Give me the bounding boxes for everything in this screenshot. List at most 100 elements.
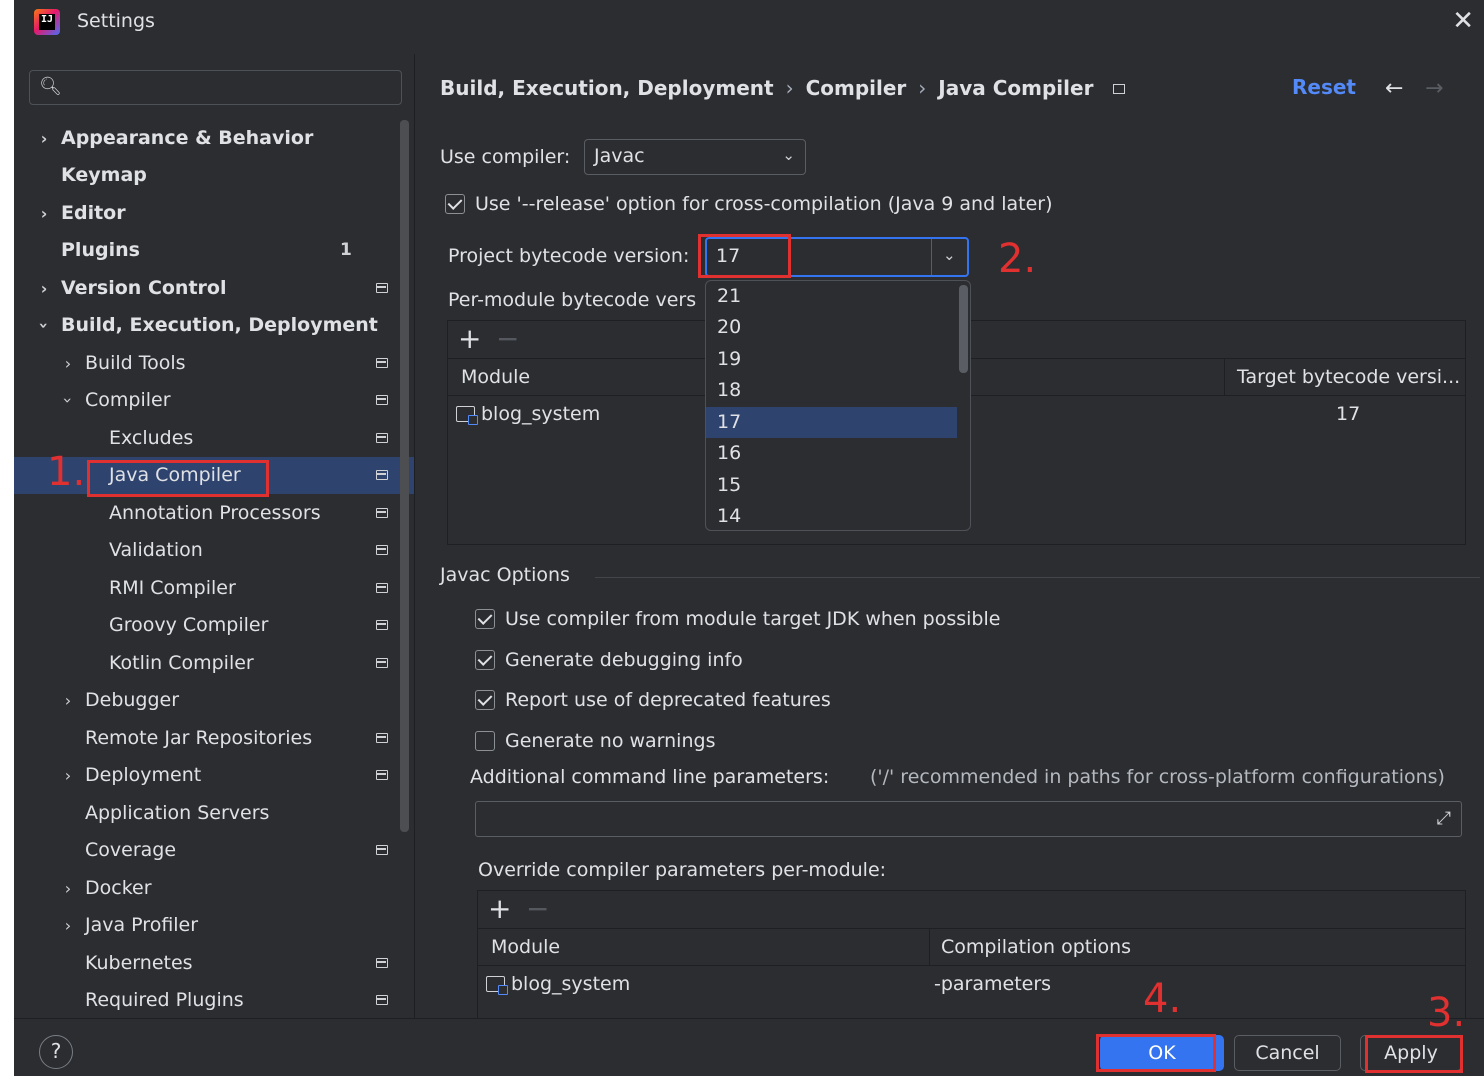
dropdown-scrollbar[interactable] — [959, 285, 968, 373]
dropdown-option[interactable]: 15 — [706, 470, 957, 501]
reset-link[interactable]: Reset — [1292, 75, 1356, 99]
search-icon: 🔍︎ — [39, 76, 62, 97]
sidebar-item-annotation-processors[interactable]: Annotation Processors — [14, 495, 414, 532]
sidebar-item-coverage[interactable]: Coverage — [14, 832, 414, 869]
column-header-target[interactable]: Target bytecode versi... — [1237, 366, 1460, 388]
column-divider[interactable] — [929, 929, 930, 966]
sidebar-scrollbar[interactable] — [400, 120, 409, 832]
table-row[interactable]: blog_system — [456, 403, 600, 425]
compilation-options-cell[interactable]: -parameters — [934, 973, 1051, 995]
settings-window: IJ Settings ✕ 🔍︎ › Appearance & Behavior… — [14, 0, 1484, 1076]
dropdown-option[interactable]: 16 — [706, 438, 957, 469]
per-module-bytecode-label: Per-module bytecode vers — [448, 289, 697, 311]
column-divider[interactable] — [1224, 359, 1225, 396]
use-target-jdk-checkbox[interactable] — [475, 609, 495, 629]
sidebar-item-kotlin-compiler[interactable]: Kotlin Compiler — [14, 645, 414, 682]
sidebar-item-java-profiler[interactable]: › Java Profiler — [14, 907, 414, 944]
breadcrumb-separator: › — [785, 76, 794, 100]
sidebar-item-label: Debugger — [85, 689, 180, 711]
close-icon[interactable]: ✕ — [1452, 8, 1474, 34]
add-icon[interactable]: + — [488, 892, 511, 926]
sidebar-item-plugins[interactable]: Plugins 1 — [14, 232, 414, 269]
column-header-module[interactable]: Module — [461, 366, 530, 388]
javac-options-title: Javac Options — [440, 564, 570, 586]
sidebar-item-label: Compiler — [85, 389, 171, 411]
search-input[interactable]: 🔍︎ — [29, 70, 402, 105]
sidebar-item-label: RMI Compiler — [109, 577, 236, 599]
dropdown-option[interactable]: 21 — [706, 281, 957, 312]
dropdown-option[interactable]: 19 — [706, 344, 957, 375]
intellij-logo-icon: IJ — [34, 9, 60, 35]
project-settings-icon — [376, 545, 388, 555]
deprecated-features-checkbox[interactable] — [475, 690, 495, 710]
breadcrumb-item: Java Compiler — [938, 76, 1094, 100]
cancel-button[interactable]: Cancel — [1234, 1035, 1341, 1071]
sidebar-item-rmi-compiler[interactable]: RMI Compiler — [14, 570, 414, 607]
sidebar-item-docker[interactable]: › Docker — [14, 870, 414, 907]
sidebar-item-label: Build, Execution, Deployment — [61, 314, 378, 336]
sidebar-item-keymap[interactable]: Keymap — [14, 157, 414, 194]
override-params-label: Override compiler parameters per-module: — [478, 859, 887, 881]
annotation-step-4: 4. — [1143, 976, 1182, 1022]
debug-info-checkbox[interactable] — [475, 650, 495, 670]
sidebar-item-label: Excludes — [109, 427, 194, 449]
forward-arrow-icon[interactable]: → — [1425, 76, 1443, 101]
chevron-right-icon: › — [40, 129, 48, 148]
settings-sidebar: 🔍︎ › Appearance & Behavior Keymap › Edit… — [14, 54, 414, 1018]
module-folder-icon — [486, 976, 508, 995]
chevron-right-icon: › — [40, 279, 48, 298]
add-icon[interactable]: + — [458, 322, 481, 356]
help-button[interactable]: ? — [39, 1035, 73, 1069]
sidebar-item-debugger[interactable]: › Debugger — [14, 682, 414, 719]
additional-params-label: Additional command line parameters: — [470, 766, 830, 788]
sidebar-item-editor[interactable]: › Editor — [14, 195, 414, 232]
sidebar-item-build-tools[interactable]: › Build Tools — [14, 345, 414, 382]
sidebar-item-compiler[interactable]: › Compiler — [14, 382, 414, 419]
additional-params-hint: ('/' recommended in paths for cross-plat… — [870, 766, 1445, 788]
sidebar-item-remote-jar-repositories[interactable]: Remote Jar Repositories — [14, 720, 414, 757]
sidebar-item-groovy-compiler[interactable]: Groovy Compiler — [14, 607, 414, 644]
no-warnings-label: Generate no warnings — [505, 730, 716, 752]
sidebar-item-kubernetes[interactable]: Kubernetes — [14, 945, 414, 982]
sidebar-item-build-execution-deployment[interactable]: › Build, Execution, Deployment — [14, 307, 414, 344]
column-header-module[interactable]: Module — [491, 936, 560, 958]
dropdown-option[interactable]: 14 — [706, 501, 957, 530]
sidebar-item-label: Editor — [61, 202, 126, 224]
remove-icon[interactable]: − — [496, 322, 519, 356]
override-params-table: + − Module Compilation options blog_syst… — [477, 890, 1466, 1018]
dropdown-option[interactable]: 18 — [706, 375, 957, 406]
expand-icon[interactable]: ⤢ — [1437, 808, 1451, 829]
dropdown-option-selected[interactable]: 17 — [706, 407, 957, 438]
release-option-label: Use '--release' option for cross-compila… — [475, 193, 1053, 215]
additional-params-input[interactable]: ⤢ — [475, 801, 1462, 837]
chevron-down-icon: ⌄ — [782, 146, 795, 164]
project-settings-icon — [376, 995, 388, 1005]
chevron-right-icon: › — [64, 354, 72, 373]
sidebar-item-required-plugins[interactable]: Required Plugins — [14, 982, 414, 1019]
breadcrumb-item[interactable]: Build, Execution, Deployment — [440, 76, 774, 100]
sidebar-item-validation[interactable]: Validation — [14, 532, 414, 569]
module-folder-icon — [456, 406, 478, 425]
sidebar-item-application-servers[interactable]: Application Servers — [14, 795, 414, 832]
chevron-down-icon[interactable]: ⌄ — [943, 246, 956, 264]
breadcrumb-item[interactable]: Compiler — [806, 76, 907, 100]
sidebar-item-label: Appearance & Behavior — [61, 127, 314, 149]
back-arrow-icon[interactable]: ← — [1385, 76, 1403, 101]
release-option-checkbox[interactable] — [445, 194, 465, 214]
sidebar-item-appearance-behavior[interactable]: › Appearance & Behavior — [14, 120, 414, 157]
sidebar-item-label: Annotation Processors — [109, 502, 321, 524]
module-name: blog_system — [481, 403, 601, 425]
compiler-select[interactable]: Javac ⌄ — [584, 139, 806, 175]
sidebar-item-version-control[interactable]: › Version Control — [14, 270, 414, 307]
compiler-select-value: Javac — [594, 145, 645, 167]
dropdown-option[interactable]: 20 — [706, 312, 957, 343]
project-settings-icon — [376, 470, 388, 480]
sidebar-item-label: Deployment — [85, 764, 202, 786]
window-title: Settings — [77, 10, 155, 32]
table-row[interactable]: blog_system — [486, 973, 630, 995]
remove-icon[interactable]: − — [526, 892, 549, 926]
no-warnings-checkbox[interactable] — [475, 731, 495, 751]
target-version-cell[interactable]: 17 — [1336, 403, 1360, 425]
sidebar-item-deployment[interactable]: › Deployment — [14, 757, 414, 794]
column-header-compilation-options[interactable]: Compilation options — [941, 936, 1131, 958]
